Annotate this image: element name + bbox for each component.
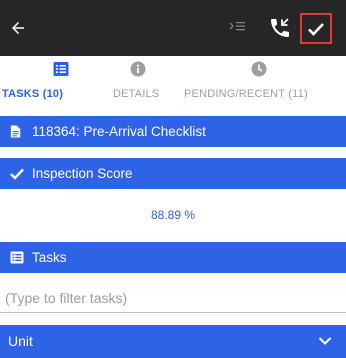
inspection-score-value: 88.89 %: [150, 208, 196, 222]
tab-label-tasks: TASKS (10): [2, 88, 64, 100]
inspection-score-label: Inspection Score: [32, 166, 133, 181]
checklist-title: 118364: Pre-Arrival Checklist: [32, 124, 206, 139]
tasks-section-label: Tasks: [32, 250, 67, 265]
top-toolbar: [0, 0, 346, 56]
tab-tasks[interactable]: TASKS (10): [0, 56, 100, 108]
arrow-left-icon: [12, 22, 24, 34]
app-screen: TASKS (10) DETAILS PENDING/RECENT (11) 1…: [0, 0, 346, 358]
info-icon: [130, 61, 146, 77]
document-icon: [10, 125, 21, 138]
tab-details[interactable]: DETAILS: [100, 56, 182, 108]
task-filter-input[interactable]: [0, 283, 346, 313]
inspection-score-header: Inspection Score: [0, 158, 346, 189]
phone-callback-icon[interactable]: [268, 16, 292, 40]
check-icon: [10, 168, 24, 180]
back-button[interactable]: [6, 16, 30, 40]
tab-label-pending-recent: PENDING/RECENT (11): [184, 88, 308, 100]
list-icon: [53, 62, 69, 76]
tab-label-details: DETAILS: [113, 88, 160, 100]
checkmark-icon: [308, 22, 324, 36]
list-box-icon: [10, 251, 24, 264]
checklist-header[interactable]: 118364: Pre-Arrival Checklist: [0, 116, 346, 147]
confirm-button[interactable]: [300, 13, 332, 44]
unit-dropdown-label: Unit: [8, 333, 33, 349]
indent-menu-icon[interactable]: [228, 19, 248, 37]
tasks-section-header: Tasks: [0, 242, 346, 273]
tab-pending-recent[interactable]: PENDING/RECENT (11): [182, 56, 346, 108]
tab-bar: TASKS (10) DETAILS PENDING/RECENT (11): [0, 56, 346, 108]
unit-dropdown[interactable]: Unit: [0, 325, 346, 358]
chevron-down-icon: [318, 337, 332, 345]
clock-icon: [251, 61, 267, 77]
